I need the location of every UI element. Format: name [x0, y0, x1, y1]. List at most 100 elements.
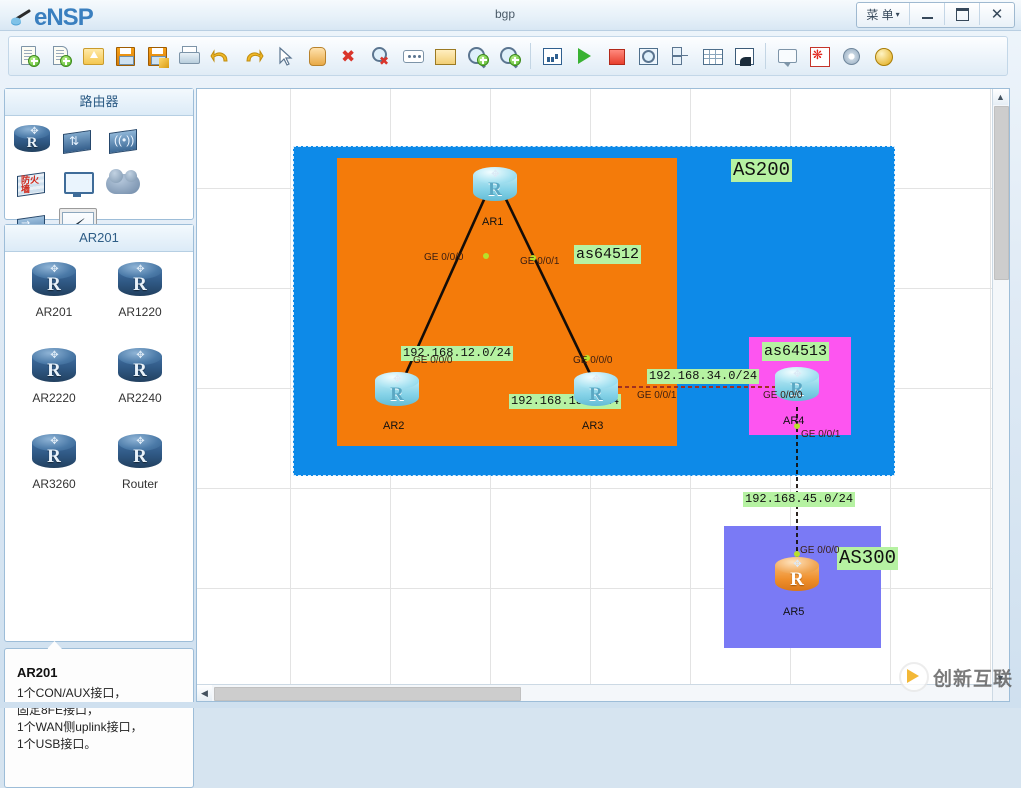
model-item-ar201[interactable]: ✥ R AR201: [11, 262, 97, 342]
stop-device-icon[interactable]: [601, 41, 631, 71]
settings-gear-icon[interactable]: [836, 41, 866, 71]
router-icon: ✥ R: [773, 367, 821, 407]
info-panel-title: AR201: [17, 665, 58, 680]
capture-packet-icon[interactable]: [633, 41, 663, 71]
router-icon: ✥ R: [116, 434, 164, 474]
router-category-icon[interactable]: ✥ R: [13, 122, 50, 160]
router-icon: ✥ R: [773, 557, 821, 597]
scroll-left-button[interactable]: ◀: [197, 685, 212, 701]
maximize-icon: [955, 7, 969, 21]
device-manage-icon[interactable]: [665, 41, 695, 71]
main-toolbar: ✖ ✖ ❋: [8, 36, 1008, 76]
open-folder-icon[interactable]: [78, 41, 108, 71]
interface-label-ar4-ge000: GE 0/0/0: [763, 390, 803, 401]
wlan-category-icon[interactable]: ((•)): [105, 122, 141, 160]
left-sidebar: 路由器 ✥ R ⇅ ((•)) 防火墙 AR201 ✥ R AR201 ✥ R …: [4, 88, 194, 788]
endpoint-category-icon[interactable]: [59, 165, 95, 203]
watermark-logo-icon: [898, 662, 929, 692]
node-label-ar4: AR4: [783, 415, 805, 427]
model-label: AR201: [35, 305, 73, 319]
app-logo: eNSP: [10, 4, 94, 32]
toolbar-separator: [530, 43, 531, 69]
model-item-ar3260[interactable]: ✥ R AR3260: [11, 434, 97, 514]
title-bar: eNSP bgp 菜 单 ▾ ✕: [0, 0, 1021, 31]
node-label-ar5: AR5: [783, 606, 805, 618]
statistics-icon[interactable]: [537, 41, 567, 71]
toolbar-separator-2: [765, 43, 766, 69]
node-ar5[interactable]: ✥ R: [773, 557, 821, 597]
help-icon[interactable]: [868, 41, 898, 71]
minimize-icon: [921, 16, 933, 19]
router-icon: ✥ R: [30, 434, 78, 474]
switch-category-icon[interactable]: ⇅: [59, 122, 95, 160]
topology-canvas[interactable]: AS200 as64512 as64513 AS300 192.168.12.0…: [197, 89, 994, 686]
node-ar3[interactable]: ✥ R: [572, 372, 620, 412]
horizontal-scroll-thumb[interactable]: [214, 687, 521, 701]
firewall-category-icon[interactable]: 防火墙: [13, 165, 49, 203]
node-ar4[interactable]: ✥ R: [773, 367, 821, 407]
model-label: AR1220: [118, 305, 162, 319]
huawei-icon[interactable]: ❋: [804, 41, 834, 71]
cloud-category-icon[interactable]: [105, 165, 141, 203]
start-device-icon[interactable]: [569, 41, 599, 71]
info-panel-line: 1个CON/AUX接口，: [17, 686, 127, 700]
app-name: eNSP: [34, 4, 94, 31]
save-as-icon[interactable]: [142, 41, 172, 71]
select-pointer-icon[interactable]: [270, 41, 300, 71]
device-model-panel: AR201 ✥ R AR201 ✥ R AR1220 ✥ R AR2220 ✥ R AR…: [4, 224, 194, 642]
info-panel-arrow: [47, 641, 62, 649]
zoom-in-icon[interactable]: [462, 41, 492, 71]
router-icon: ✥ R: [116, 262, 164, 302]
comment-icon[interactable]: [772, 41, 802, 71]
model-label: AR2220: [32, 391, 76, 405]
interface-label-ar1-ge000: GE 0/0/0: [424, 252, 464, 263]
close-button[interactable]: ✕: [980, 3, 1014, 25]
pan-hand-icon[interactable]: [302, 41, 332, 71]
info-panel-line: 1个WAN侧uplink接口，: [17, 720, 143, 734]
network-label-192-168-45: 192.168.45.0/24: [743, 492, 856, 507]
maximize-button[interactable]: [945, 3, 980, 25]
redo-icon[interactable]: [238, 41, 268, 71]
status-bar: [0, 702, 1021, 708]
new-page-icon[interactable]: [46, 41, 76, 71]
horizontal-scrollbar[interactable]: ◀: [197, 684, 994, 701]
model-item-ar2220[interactable]: ✥ R AR2220: [11, 348, 97, 428]
node-ar1[interactable]: ✥ R: [471, 167, 519, 207]
grid-icon[interactable]: [697, 41, 727, 71]
zoom-out-icon[interactable]: [494, 41, 524, 71]
menu-button[interactable]: 菜 单 ▾: [857, 3, 910, 25]
vertical-scrollbar[interactable]: ▲ ▼: [992, 89, 1009, 686]
new-topology-icon[interactable]: [14, 41, 44, 71]
network-label-192-168-34: 192.168.34.0/24: [647, 369, 760, 384]
device-info-panel: AR201 1个CON/AUX接口， 固定8FE接口， 1个WAN侧uplink…: [4, 641, 194, 788]
topology-canvas-area: AS200 as64512 as64513 AS300 192.168.12.0…: [196, 88, 1010, 702]
model-item-ar2240[interactable]: ✥ R AR2240: [97, 348, 183, 428]
minimize-button[interactable]: [910, 3, 945, 25]
screenshot-icon[interactable]: [729, 41, 759, 71]
model-label: AR3260: [32, 477, 76, 491]
menu-label: 菜 单: [866, 7, 894, 22]
model-item-router[interactable]: ✥ R Router: [97, 434, 183, 514]
delete-link-icon[interactable]: ✖: [366, 41, 396, 71]
router-icon: ✥ R: [471, 167, 519, 207]
undo-icon[interactable]: [206, 41, 236, 71]
router-icon: ✥ R: [116, 348, 164, 388]
add-note-icon[interactable]: [398, 41, 428, 71]
info-panel-line: 1个USB接口。: [17, 737, 97, 751]
ensp-application-window: eNSP bgp 菜 单 ▾ ✕ ✖ ✖ ❋ 路由器 ✥ R ⇅ ((•)) 防…: [0, 0, 1021, 788]
interface-label-ar3-ge001: GE 0/0/1: [637, 390, 677, 401]
as-label-as300: AS300: [837, 547, 899, 570]
save-icon[interactable]: [110, 41, 140, 71]
device-category-panel: 路由器 ✥ R ⇅ ((•)) 防火墙: [4, 88, 194, 248]
delete-icon[interactable]: ✖: [334, 41, 364, 71]
device-category-title: 路由器: [5, 89, 193, 116]
vertical-scroll-thumb[interactable]: [994, 106, 1009, 280]
add-shape-icon[interactable]: [430, 41, 460, 71]
window-title: bgp: [495, 7, 516, 21]
model-item-ar1220[interactable]: ✥ R AR1220: [97, 262, 183, 342]
node-ar2[interactable]: ✥ R: [373, 372, 421, 412]
close-icon: ✕: [990, 5, 1004, 23]
print-icon[interactable]: [174, 41, 204, 71]
scroll-up-button[interactable]: ▲: [993, 89, 1008, 105]
as-label-as200: AS200: [731, 159, 793, 182]
